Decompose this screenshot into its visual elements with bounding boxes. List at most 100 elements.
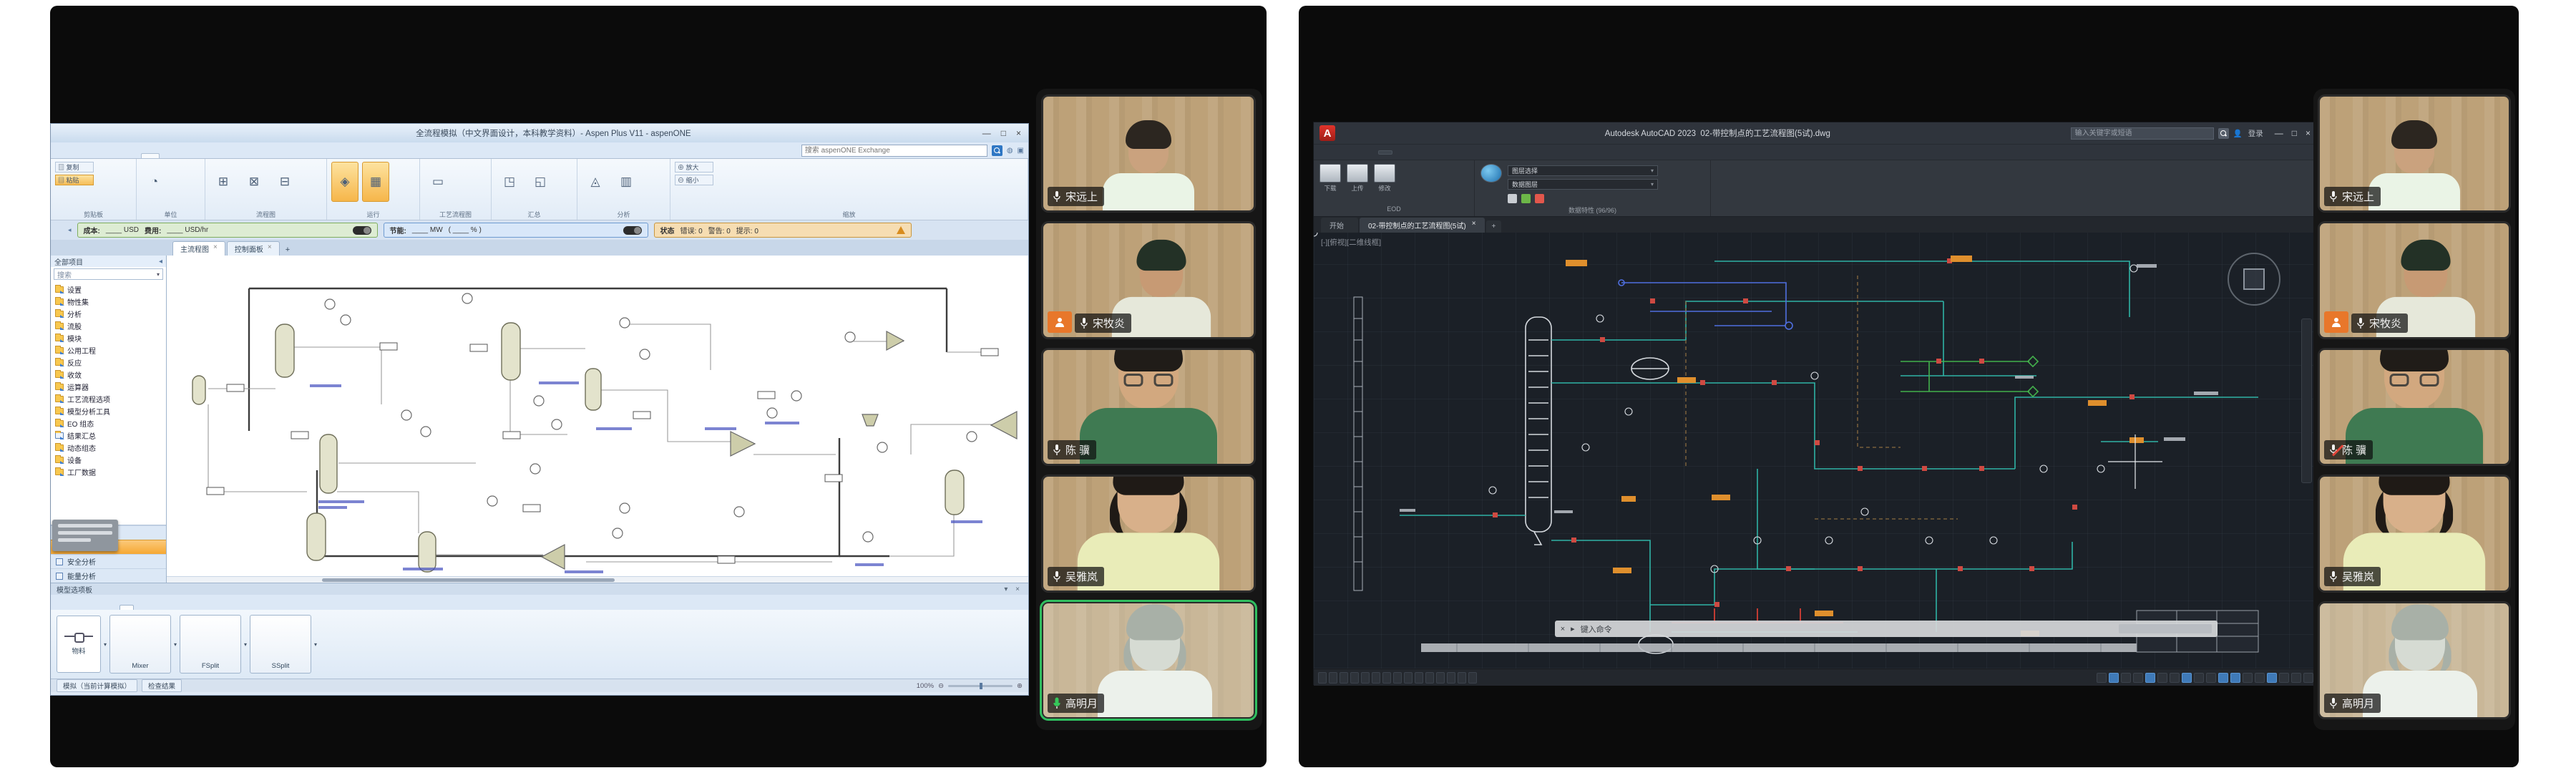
layout-tab[interactable] <box>1415 672 1423 684</box>
viewport-controls-label[interactable]: [-][俯视][二维线框] <box>1321 237 1381 248</box>
tree-item[interactable]: 公用工程 <box>55 344 166 356</box>
autocad-ribbon-tab[interactable] <box>1350 151 1362 154</box>
autocad-ribbon-tab[interactable] <box>1423 151 1435 154</box>
ribbon-big-button[interactable]: 下载 <box>1319 164 1341 193</box>
ribbon-small-button-highlight[interactable]: ▤ 粘贴 <box>55 175 94 185</box>
aspen-ribbon-tab[interactable] <box>177 154 194 158</box>
palette-model-button[interactable]: FSplit <box>180 615 241 674</box>
tree-item[interactable]: 结果汇总 <box>55 429 166 442</box>
status-toggle-icon[interactable] <box>2243 673 2253 683</box>
flowsheet-tab[interactable]: 主流程图× <box>172 241 225 256</box>
status-chip[interactable]: 模拟（当前计算模拟） <box>57 679 137 692</box>
viewcube-navigation-wheel[interactable] <box>2228 253 2280 306</box>
zoom-in-icon[interactable]: ⊕ <box>1017 682 1023 690</box>
autocad-ribbon-tab[interactable] <box>1364 151 1377 154</box>
pfd-mode-button[interactable]: ▭ <box>424 162 452 202</box>
status-toggle-icon[interactable] <box>2291 673 2301 683</box>
layout-tab[interactable] <box>1318 672 1327 684</box>
chevron-down-icon[interactable]: ▾ <box>314 641 317 648</box>
ribbon-small-button[interactable]: ▥ 复制 <box>55 162 94 172</box>
tree-item[interactable]: 反应 <box>55 356 166 369</box>
flowsheet-hscrollbar[interactable] <box>167 576 1028 583</box>
zoom-out-small[interactable]: ⊖ 缩小 <box>675 175 713 185</box>
layout-tab[interactable] <box>1425 672 1434 684</box>
status-toggle-icon[interactable] <box>2121 673 2131 683</box>
zoom-in-small[interactable]: ⊕ 放大 <box>675 162 713 172</box>
minimize-button[interactable]: — <box>982 128 991 138</box>
tree-item[interactable]: 工厂数据 <box>55 466 166 478</box>
aspen-search-input[interactable] <box>801 145 987 157</box>
layout-tab[interactable] <box>1393 672 1402 684</box>
status-toggle-icon[interactable] <box>2194 673 2204 683</box>
tree-item[interactable]: 动态组态 <box>55 442 166 454</box>
layout-tab[interactable] <box>1404 672 1413 684</box>
chevron-down-icon[interactable]: ▾ <box>244 641 247 648</box>
environment-button[interactable]: 安全分析 <box>51 554 166 568</box>
tree-item[interactable]: 模型分析工具 <box>55 405 166 417</box>
autocad-ribbon-tab[interactable] <box>1335 151 1348 154</box>
participant-tile[interactable]: 吴雅岚 <box>1041 475 1256 593</box>
close-tab-icon[interactable]: × <box>268 243 272 254</box>
aspen-ribbon-tab[interactable] <box>55 154 72 158</box>
drawing-file-tab[interactable]: 开始 <box>1321 218 1358 233</box>
participant-tile[interactable]: 高明月 <box>1041 601 1256 719</box>
aspen-ribbon-tab[interactable] <box>89 154 107 158</box>
alert-strip[interactable]: 状态 错误: 0 警告: 0 提示: 0 <box>654 223 912 238</box>
layout-tab[interactable] <box>1340 672 1348 684</box>
aspen-ribbon-tab[interactable] <box>160 154 177 158</box>
layout-tab[interactable] <box>1350 672 1359 684</box>
ribbon-big-button[interactable]: 上传 <box>1347 164 1368 193</box>
palette-tab[interactable] <box>203 606 215 610</box>
status-toggle-icon[interactable] <box>2230 673 2240 683</box>
participant-tile[interactable]: 宋远上 <box>1041 94 1256 213</box>
palette-tab[interactable] <box>257 606 270 610</box>
analysis-button[interactable]: ◬ <box>582 162 609 202</box>
palette-tab[interactable] <box>216 606 229 610</box>
aspen-ribbon-tab[interactable] <box>124 154 141 158</box>
collapse-pane-icon[interactable]: ◂ <box>159 258 162 266</box>
energy-strip[interactable]: 节能: ____ MW ( ____ % ) <box>384 223 648 238</box>
autocad-ribbon-tab[interactable] <box>1408 151 1421 154</box>
cloud-icon[interactable]: ◍ <box>1007 147 1013 155</box>
flowsheet-tool-button[interactable]: ⊞ <box>210 162 237 202</box>
data-sphere-button[interactable] <box>1480 164 1502 183</box>
palette-model-button[interactable]: Mixer <box>109 615 171 674</box>
status-toggle-icon[interactable] <box>2170 673 2180 683</box>
minimize-button[interactable]: — <box>2275 128 2283 138</box>
layout-tab[interactable] <box>1436 672 1445 684</box>
units-button[interactable]: ◔ <box>141 162 168 202</box>
close-button[interactable]: × <box>2306 128 2311 138</box>
layout-tab[interactable] <box>1447 672 1455 684</box>
participant-tile[interactable]: 陈 骥 <box>2318 348 2511 466</box>
reset-button[interactable]: ▦ <box>362 162 389 202</box>
aspen-ribbon-tab[interactable] <box>194 154 211 158</box>
collapse-strip-icon[interactable]: ◂ <box>68 226 72 234</box>
ribbon-big-button[interactable]: 修改 <box>1374 164 1395 193</box>
layer-select-field[interactable]: 图层选择 ▾ <box>1508 165 1658 176</box>
add-flowsheet-tab-button[interactable]: + <box>281 244 294 256</box>
palette-tab[interactable] <box>175 606 188 610</box>
autocad-canvas[interactable]: [-][俯视][二维线框] <box>1314 233 2318 669</box>
status-toggle-icon[interactable] <box>2267 673 2277 683</box>
environment-button[interactable]: 能量分析 <box>51 568 166 583</box>
signin-button[interactable]: 登录 <box>2248 128 2263 139</box>
autocad-logo-icon[interactable]: A <box>1319 125 1335 141</box>
status-toggle-icon[interactable] <box>2157 673 2167 683</box>
chevron-down-icon[interactable]: ▾ <box>174 641 177 648</box>
participant-tile[interactable]: 高明月 <box>2318 601 2511 719</box>
tree-item[interactable]: 分析 <box>55 308 166 320</box>
status-chip[interactable]: 检查结果 <box>142 679 182 692</box>
status-toggle-icon[interactable] <box>2218 673 2228 683</box>
run-button[interactable]: ◈ <box>331 162 358 202</box>
autocad-search-input[interactable] <box>2071 127 2214 140</box>
layout-tab[interactable] <box>1382 672 1391 684</box>
data-layer-field[interactable]: 数据图层 ▾ <box>1508 179 1658 190</box>
summary-button[interactable]: ◳ <box>496 162 523 202</box>
status-toggle-icon[interactable] <box>2145 673 2155 683</box>
participant-tile[interactable]: 吴雅岚 <box>2318 475 2511 593</box>
aspen-ribbon-tab[interactable] <box>72 154 89 158</box>
aspen-ribbon-tab[interactable] <box>107 154 124 158</box>
participant-tile[interactable]: 宋远上 <box>2318 94 2511 213</box>
tree-item[interactable]: 收敛 <box>55 369 166 381</box>
close-tab-icon[interactable]: × <box>1472 220 1476 230</box>
